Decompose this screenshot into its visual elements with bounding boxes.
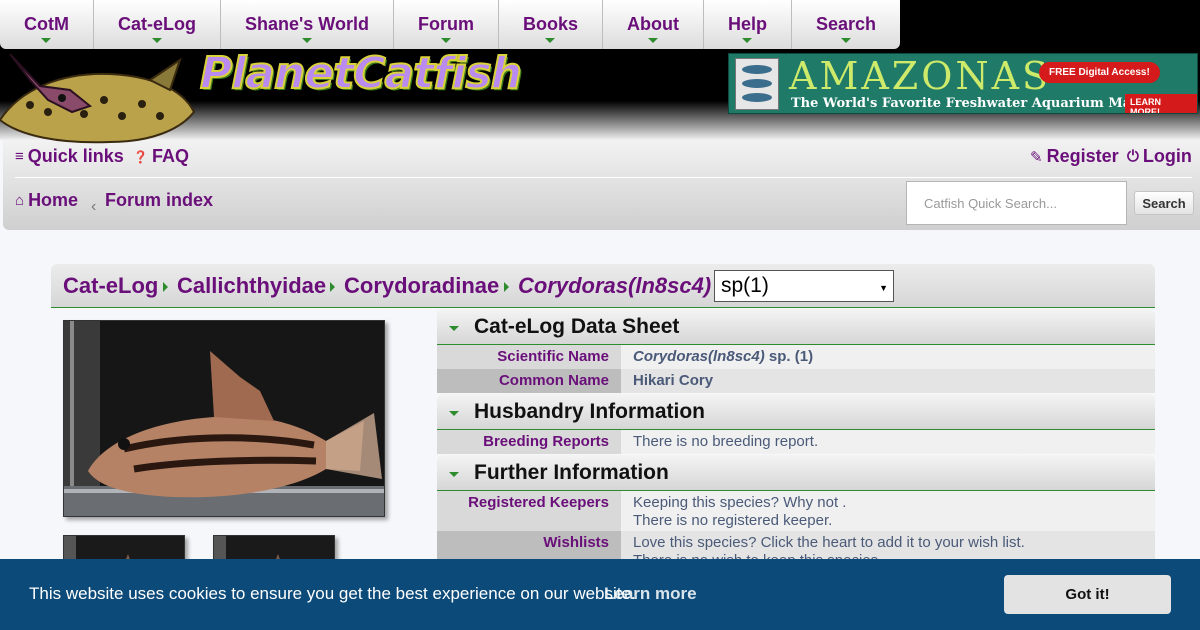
home-link[interactable]: ⌂ Home: [15, 190, 78, 211]
cookie-banner: This website uses cookies to ensure you …: [0, 559, 1200, 630]
forum-index-link[interactable]: Forum index: [105, 190, 213, 211]
scientific-genus: Corydoras(ln8sc4): [633, 348, 765, 365]
register-label: Register: [1046, 146, 1119, 166]
dropdown-arrow-icon: ▼: [879, 283, 888, 293]
breeding-reports-row: Breeding Reports There is no breeding re…: [437, 430, 1155, 454]
chevron-down-icon: [41, 38, 52, 43]
faq-link[interactable]: ❓ FAQ: [133, 146, 189, 167]
links-bar: ≡ Quick links ❓ FAQ ✎ Register ⏻ Login ⌂ Home…: [3, 140, 1200, 230]
common-name-value: Hikari Cory: [621, 369, 1155, 393]
edit-icon: ✎: [1030, 148, 1043, 166]
site-logo-text[interactable]: PlanetCatfish: [199, 47, 523, 100]
nav-item-forum[interactable]: Forum: [394, 0, 499, 49]
cookie-learn-more-link[interactable]: Learn more: [604, 584, 697, 604]
row-label: Scientific Name: [437, 345, 621, 369]
nav-item-about[interactable]: About: [603, 0, 704, 49]
chevron-down-icon: [841, 38, 851, 43]
catfish-photo-image: [64, 321, 384, 516]
breadcrumb-callichthyidae[interactable]: Callichthyidae: [177, 273, 326, 299]
breadcrumb-cat-elog[interactable]: Cat-eLog: [63, 273, 158, 299]
login-label: Login: [1142, 146, 1192, 166]
top-nav: CotM Cat-eLog Shane's World Forum Books …: [0, 0, 900, 49]
nav-label: Shane's World: [244, 14, 369, 34]
nav-label: Books: [522, 14, 578, 34]
registered-keepers-row: Registered Keepers Keeping this species?…: [437, 491, 1155, 531]
breadcrumb-corydoradinae[interactable]: Corydoradinae: [344, 273, 499, 299]
collapse-icon: [449, 411, 459, 416]
chevron-down-icon: [301, 38, 312, 43]
common-name-row: Common Name Hikari Cory: [437, 369, 1155, 393]
scientific-name-row: Scientific Name Corydoras(ln8sc4) sp. (1…: [437, 345, 1155, 369]
catfish-search-input[interactable]: Catfish Quick Search...: [906, 181, 1127, 225]
ad-free-badge: FREE Digital Access!: [1039, 62, 1160, 83]
magazine-cover-icon: [735, 58, 779, 110]
faq-label: FAQ: [151, 146, 189, 166]
quick-links-link[interactable]: ≡ Quick links: [15, 146, 124, 167]
chevron-right-icon: [504, 282, 509, 292]
collapse-icon: [449, 472, 459, 477]
nav-item-cat-elog[interactable]: Cat-eLog: [94, 0, 221, 49]
question-icon: ❓: [133, 149, 148, 164]
nav-label: Help: [727, 14, 767, 34]
menu-icon: ≡: [15, 148, 24, 165]
nav-label: Forum: [417, 14, 474, 34]
cookie-message: This website uses cookies to ensure you …: [29, 584, 636, 603]
datasheet-section-header[interactable]: Cat-eLog Data Sheet: [437, 309, 1155, 345]
search-button[interactable]: Search: [1134, 191, 1194, 215]
chevron-right-icon: [330, 282, 335, 292]
further-info-section-header[interactable]: Further Information: [437, 455, 1155, 491]
row-label: Registered Keepers: [437, 491, 621, 531]
chevron-down-icon: [440, 38, 451, 43]
home-label: Home: [28, 190, 79, 210]
husbandry-section-header[interactable]: Husbandry Information: [437, 394, 1155, 430]
ad-learn-more-button[interactable]: LEARN MORE!: [1125, 94, 1197, 113]
nav-label: Cat-eLog: [117, 14, 196, 34]
keepers-value: Keeping this species? Why not . There is…: [621, 491, 1155, 531]
divider: [15, 177, 1192, 178]
breeding-value: There is no breeding report.: [621, 430, 1155, 454]
power-icon: ⏻: [1127, 148, 1139, 165]
scientific-name-value: Corydoras(ln8sc4) sp. (1): [621, 345, 1155, 369]
species-select[interactable]: sp(1) ▼: [714, 270, 894, 302]
keepers-line: Keeping this species? Why not .: [633, 494, 847, 511]
nav-label: About: [626, 14, 679, 34]
keepers-line: There is no registered keeper.: [633, 512, 833, 529]
row-label: Breeding Reports: [437, 430, 621, 454]
nav-item-shanes-world[interactable]: Shane's World: [221, 0, 394, 49]
breadcrumb-genus[interactable]: Corydoras(ln8sc4): [518, 273, 711, 299]
species-breadcrumb: Cat-eLog Callichthyidae Corydoradinae Co…: [51, 264, 1155, 308]
chevron-down-icon: [647, 38, 658, 43]
nav-label: Search: [815, 14, 877, 34]
section-title: Further Information: [474, 461, 669, 484]
scientific-species: sp. (1): [768, 348, 814, 365]
chevron-right-icon: [163, 282, 168, 292]
wishlists-line: Love this species? Click the heart to ad…: [633, 534, 1025, 551]
register-link[interactable]: ✎ Register: [1030, 146, 1119, 167]
section-title: Husbandry Information: [474, 400, 706, 423]
cookie-accept-button[interactable]: Got it!: [1004, 575, 1171, 614]
amazonas-ad-banner[interactable]: AMAZONAS The World's Favorite Freshwater…: [728, 53, 1198, 114]
nav-item-books[interactable]: Books: [499, 0, 603, 49]
chevron-down-icon: [742, 38, 753, 43]
home-icon: ⌂: [15, 192, 25, 209]
species-select-value: sp(1): [721, 274, 769, 297]
breadcrumb-separator: ‹: [91, 198, 97, 215]
chevron-down-icon: [545, 38, 556, 43]
nav-item-help[interactable]: Help: [704, 0, 792, 49]
nav-item-search[interactable]: Search: [792, 0, 900, 49]
quick-links-label: Quick links: [27, 146, 124, 166]
section-title: Cat-eLog Data Sheet: [474, 315, 680, 338]
login-link[interactable]: ⏻ Login: [1127, 146, 1192, 167]
nav-label: CotM: [24, 14, 69, 34]
nav-item-cotm[interactable]: CotM: [0, 0, 94, 49]
species-photo[interactable]: [63, 320, 385, 517]
chevron-down-icon: [151, 38, 162, 43]
row-label: Common Name: [437, 369, 621, 393]
catfish-logo-icon[interactable]: [0, 50, 196, 148]
collapse-icon: [449, 326, 459, 331]
ad-brand: AMAZONAS: [789, 54, 1052, 98]
